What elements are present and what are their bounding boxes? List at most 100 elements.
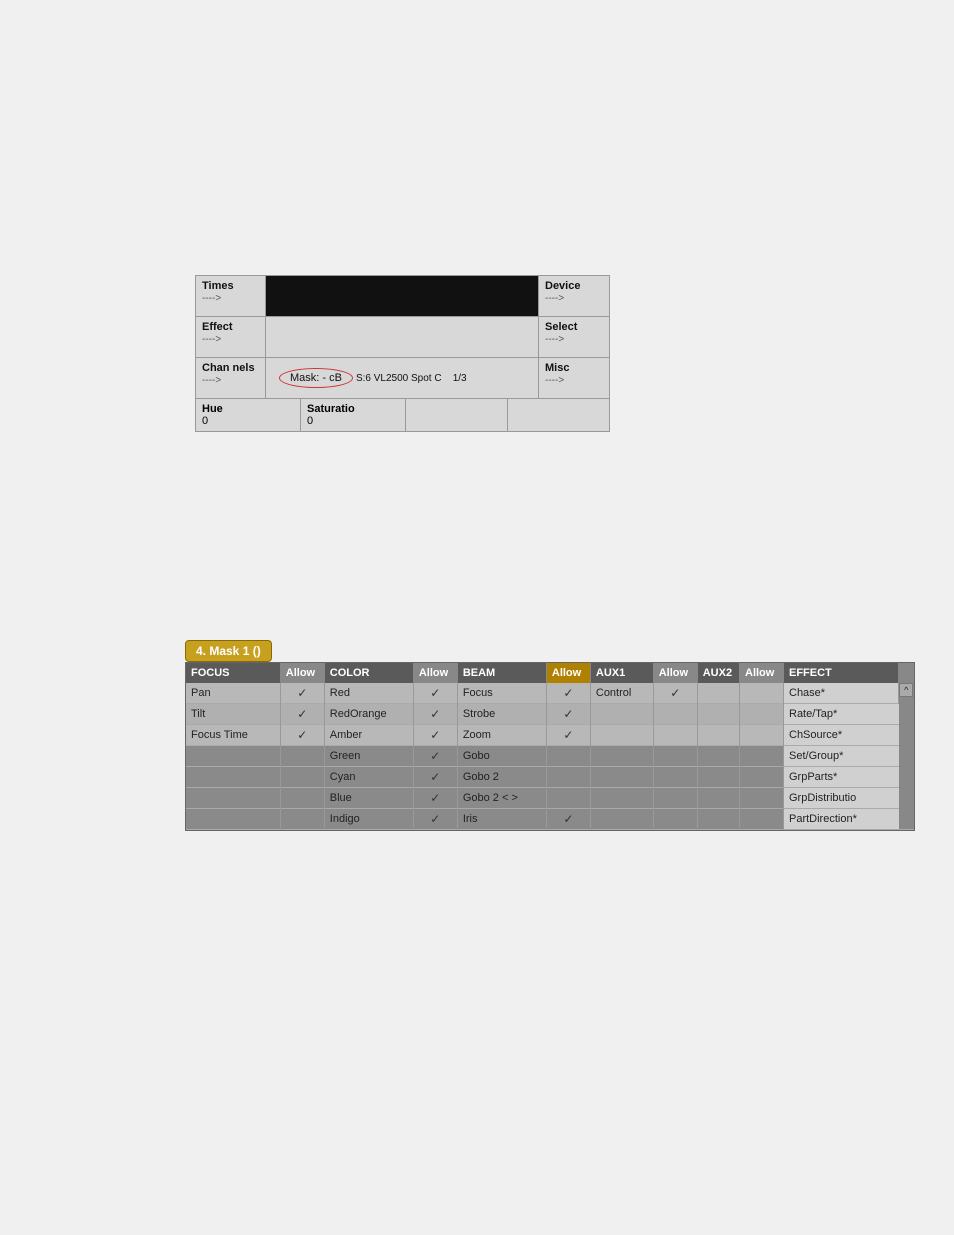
device-arrow: ----> — [545, 293, 564, 304]
data-cell — [590, 788, 653, 809]
data-cell: RedOrange — [324, 704, 413, 725]
th-aux1: AUX1 — [590, 663, 653, 683]
empty-check-cell — [546, 746, 590, 767]
checkmark — [430, 730, 440, 742]
data-cell: PartDirection* — [784, 809, 899, 830]
empty-cell-2 — [508, 399, 609, 431]
device-cell: Device ----> — [539, 276, 609, 316]
empty-check-cell — [653, 788, 697, 809]
mask-table-body: PanRedFocusControlChase* ^ TiltRedOrange… — [186, 683, 914, 830]
data-cell — [697, 725, 739, 746]
data-cell: Red — [324, 683, 413, 704]
data-cell: Gobo 2 < > — [457, 788, 546, 809]
empty-check-cell — [653, 704, 697, 725]
data-cell: GrpDistributio — [784, 788, 899, 809]
check-cell — [280, 683, 324, 704]
misc-cell: Misc ----> — [539, 358, 609, 398]
checkmark — [297, 688, 307, 700]
panel-display: Times ----> Device ----> Effect ----> Se… — [195, 275, 610, 432]
saturation-value: 0 — [307, 415, 399, 427]
times-cell: Times ----> — [196, 276, 266, 316]
empty-check-cell — [653, 809, 697, 830]
data-cell — [697, 746, 739, 767]
empty-check-cell — [740, 788, 784, 809]
check-cell — [413, 683, 457, 704]
empty-check-cell — [546, 788, 590, 809]
saturation-cell: Saturatio 0 — [301, 399, 406, 431]
checkmark — [430, 793, 440, 805]
checkmark — [563, 688, 573, 700]
select-label: Select — [545, 321, 603, 333]
mask-title: 4. Mask 1 () — [185, 640, 272, 662]
th-allow-3[interactable]: Allow — [546, 663, 590, 683]
checkmark — [297, 709, 307, 721]
empty-check-cell — [740, 767, 784, 788]
th-allow-4[interactable]: Allow — [653, 663, 697, 683]
mask-device-text: S:6 VL2500 Spot C — [356, 373, 442, 384]
data-cell: Focus — [457, 683, 546, 704]
data-cell: Green — [324, 746, 413, 767]
mask-table-wrapper: FOCUS Allow COLOR Allow BEAM Allow AUX1 … — [185, 662, 915, 831]
empty-check-cell — [546, 767, 590, 788]
hue-cell: Hue 0 — [196, 399, 301, 431]
hue-value: 0 — [202, 415, 294, 427]
data-cell: Amber — [324, 725, 413, 746]
channels-arrow: ----> — [202, 375, 221, 386]
table-row: TiltRedOrangeStrobeRate/Tap* — [186, 704, 914, 725]
th-aux2: AUX2 — [697, 663, 739, 683]
data-cell: Iris — [457, 809, 546, 830]
data-cell: GrpParts* — [784, 767, 899, 788]
table-row: GreenGoboSet/Group* — [186, 746, 914, 767]
misc-label: Misc — [545, 362, 603, 374]
table-row: CyanGobo 2GrpParts* — [186, 767, 914, 788]
scroll-up-button[interactable]: ^ — [899, 683, 913, 697]
mask-page-info: 1/3 — [453, 373, 467, 384]
th-allow-5[interactable]: Allow — [740, 663, 784, 683]
th-allow-2[interactable]: Allow — [413, 663, 457, 683]
th-beam: BEAM — [457, 663, 546, 683]
empty-check-cell — [740, 809, 784, 830]
empty-check-cell — [653, 767, 697, 788]
check-cell — [546, 683, 590, 704]
data-cell — [186, 788, 280, 809]
checkmark — [563, 709, 573, 721]
black-bar — [266, 276, 539, 316]
table-row: BlueGobo 2 < >GrpDistributio — [186, 788, 914, 809]
data-cell: Indigo — [324, 809, 413, 830]
select-arrow: ----> — [545, 334, 564, 345]
th-allow-1[interactable]: Allow — [280, 663, 324, 683]
scrollbar-cell: ^ — [899, 683, 914, 830]
data-cell: Strobe — [457, 704, 546, 725]
th-color: COLOR — [324, 663, 413, 683]
data-cell — [697, 767, 739, 788]
panel-row-2: Effect ----> Select ----> — [196, 317, 609, 358]
checkmark — [430, 709, 440, 721]
times-arrow: ----> — [202, 293, 221, 304]
table-header-row: FOCUS Allow COLOR Allow BEAM Allow AUX1 … — [186, 663, 914, 683]
hue-label: Hue — [202, 403, 294, 415]
misc-arrow: ----> — [545, 375, 564, 386]
data-cell: Zoom — [457, 725, 546, 746]
effect-cell: Effect ----> — [196, 317, 266, 357]
check-cell — [280, 725, 324, 746]
data-cell: Set/Group* — [784, 746, 899, 767]
data-cell: Gobo 2 — [457, 767, 546, 788]
check-cell — [280, 704, 324, 725]
data-cell — [697, 704, 739, 725]
select-cell: Select ----> — [539, 317, 609, 357]
empty-cell-1 — [406, 399, 508, 431]
mask-device-info: S:6 VL2500 Spot C 1/3 — [356, 373, 467, 384]
check-cell — [413, 746, 457, 767]
th-focus: FOCUS — [186, 663, 280, 683]
bottom-panel: 4. Mask 1 () FOCUS Allow COLOR Allow BEA… — [185, 640, 915, 831]
check-cell — [546, 809, 590, 830]
panel-row-4: Hue 0 Saturatio 0 — [196, 399, 609, 431]
empty-check-cell — [280, 746, 324, 767]
table-row: Focus TimeAmberZoomChSource* — [186, 725, 914, 746]
data-cell: Focus Time — [186, 725, 280, 746]
page-container: Times ----> Device ----> Effect ----> Se… — [0, 0, 954, 1235]
checkmark — [563, 814, 573, 826]
check-cell — [546, 725, 590, 746]
data-cell: Pan — [186, 683, 280, 704]
data-cell — [590, 809, 653, 830]
